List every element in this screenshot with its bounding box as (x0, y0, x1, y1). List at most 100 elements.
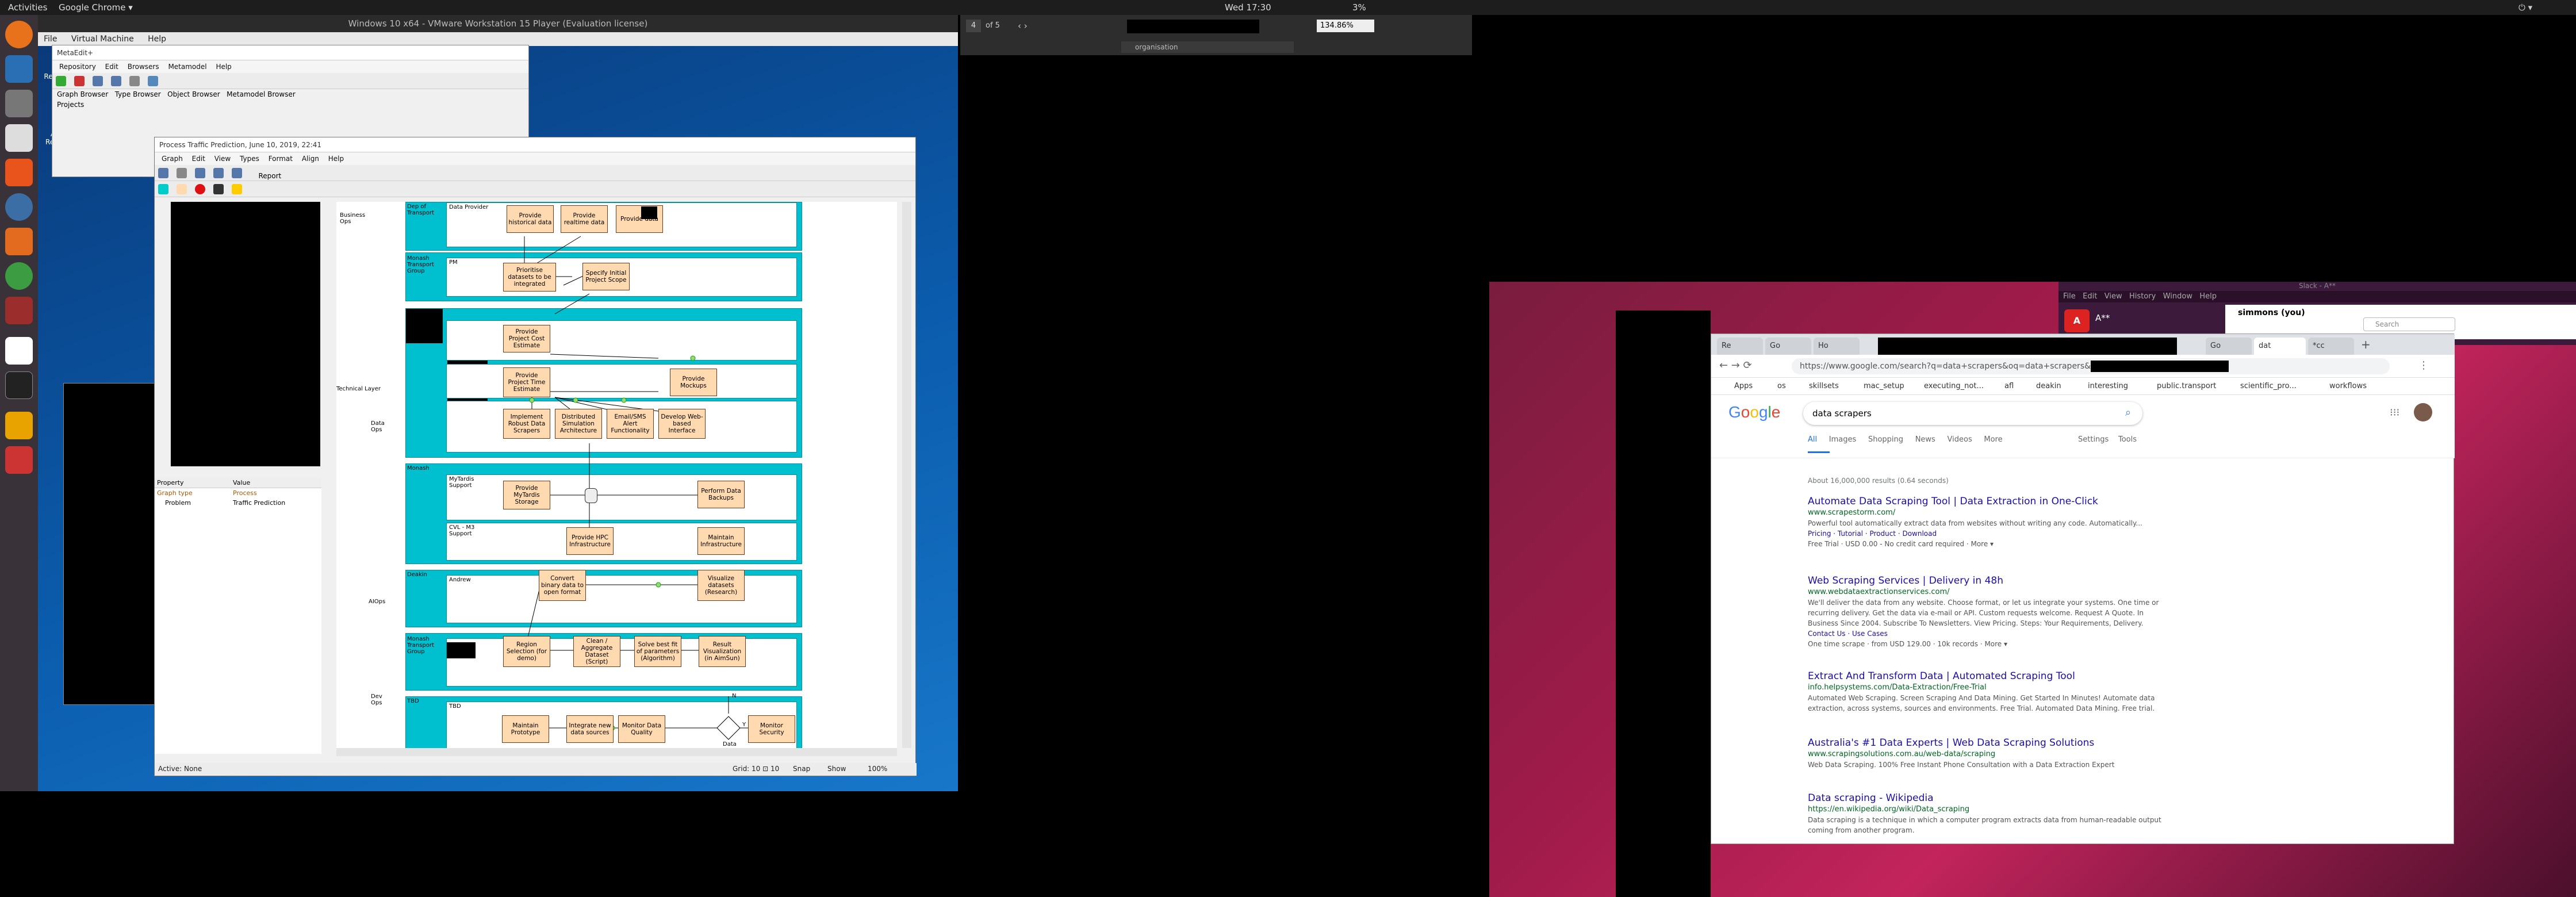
task-mytardis-storage[interactable]: Provide MyTardis Storage (503, 481, 550, 509)
tab-4[interactable]: Go (2206, 338, 2252, 355)
menu-view[interactable]: View (214, 155, 231, 163)
redo-icon[interactable] (111, 76, 122, 86)
clock[interactable]: Wed 17:30 (1225, 2, 1271, 13)
tab-1[interactable]: Re (1717, 338, 1763, 355)
chrome-icon[interactable] (5, 262, 33, 290)
connector-tool-icon[interactable] (232, 184, 243, 194)
new-tab-icon[interactable]: + (2361, 338, 2371, 351)
task-integrate-sources[interactable]: Integrate new data sources (566, 715, 614, 743)
prop-problem-value[interactable]: Traffic Prediction (233, 499, 285, 507)
menu-edit[interactable]: Edit (105, 63, 118, 71)
transfer-icon[interactable] (5, 412, 33, 439)
search-input[interactable]: data scrapers (1803, 402, 2142, 425)
bookmark-apps[interactable]: Apps (1734, 382, 1753, 390)
workspace-icon[interactable]: A (2064, 309, 2090, 332)
terminal-icon[interactable] (5, 371, 33, 399)
menu-help[interactable]: Help (216, 63, 231, 71)
slack-search[interactable]: Search (2363, 317, 2455, 331)
bookmark-os[interactable]: os (1777, 382, 1786, 390)
tab-type-browser[interactable]: Type Browser (115, 90, 161, 98)
vm-menu-help[interactable]: Help (148, 34, 166, 44)
save-icon[interactable] (158, 168, 168, 178)
status-grid[interactable]: Grid: 10 ⊡ 10 (733, 765, 779, 773)
nav-videos[interactable]: Videos (1948, 435, 1972, 444)
vm-menu-file[interactable]: File (44, 34, 57, 44)
tab-2[interactable]: Go (1765, 338, 1811, 355)
slack-icon[interactable] (5, 228, 33, 255)
files-icon[interactable] (5, 90, 33, 117)
bookmark-workflows[interactable]: workflows (2329, 382, 2367, 390)
result-title[interactable]: Extract And Transform Data | Automated S… (1808, 670, 2164, 683)
menu-icon[interactable]: ⋮ (2418, 359, 2429, 371)
zoom-icon[interactable] (232, 168, 243, 178)
task-data-scrapers[interactable]: Implement Robust Data Scrapers (503, 409, 550, 439)
slack-menu-window[interactable]: Window (2163, 292, 2192, 301)
result-url[interactable]: www.scrapestorm.com/ (1808, 508, 2164, 518)
result-url[interactable]: www.webdataextractionservices.com/ (1808, 587, 2164, 597)
vmware-icon[interactable] (5, 297, 33, 324)
result-title[interactable]: Automate Data Scraping Tool | Data Extra… (1808, 495, 2164, 508)
cut-icon[interactable] (195, 168, 206, 178)
nav-shopping[interactable]: Shopping (1868, 435, 1903, 444)
bookmark-interesting[interactable]: interesting (2088, 382, 2128, 390)
undo-icon[interactable] (213, 168, 224, 178)
gateway-tool-icon[interactable] (213, 184, 224, 194)
close-icon[interactable] (74, 76, 85, 86)
bookmark-mac-setup[interactable]: mac_setup (1864, 382, 1904, 390)
bookmark-deakin[interactable]: deakin (2036, 382, 2061, 390)
tab-active[interactable]: dat (2254, 338, 2306, 355)
task-historical-data[interactable]: Provide historical data (507, 205, 554, 233)
show-toggle[interactable]: Show (827, 765, 846, 773)
task-monitor-security[interactable]: Monitor Security (748, 715, 795, 743)
task-tool-icon[interactable] (177, 184, 187, 194)
color-icon[interactable] (158, 184, 168, 194)
menu-format[interactable]: Format (269, 155, 293, 163)
bookmark-executing[interactable]: executing_not... (1924, 382, 1984, 390)
tab-6[interactable]: *cc (2308, 338, 2354, 355)
pdf-search-field[interactable]: organisation (1121, 41, 1294, 53)
task-maintain-infrastructure[interactable]: Maintain Infrastructure (697, 527, 745, 555)
menu-repository[interactable]: Repository (59, 63, 96, 71)
task-prioritise-datasets[interactable]: Prioritise datasets to be integrated (503, 263, 556, 292)
result-url[interactable]: https://en.wikipedia.org/wiki/Data_scrap… (1808, 804, 2164, 815)
tab-3[interactable]: Ho (1814, 338, 1860, 355)
result-sitelinks[interactable]: Contact Us · Use Cases (1808, 628, 2164, 639)
tab-object-browser[interactable]: Object Browser (167, 90, 220, 98)
nav-news[interactable]: News (1915, 435, 1935, 444)
bookmark-scientific[interactable]: scientific_pro... (2240, 382, 2297, 390)
menu-metamodel[interactable]: Metamodel (168, 63, 206, 71)
tab-metamodel-browser[interactable]: Metamodel Browser (227, 90, 296, 98)
zoom-level[interactable]: 100% (868, 765, 887, 773)
task-monitor-quality[interactable]: Monitor Data Quality (618, 715, 665, 743)
task-simulation-architecture[interactable]: Distributed Simulation Architecture (555, 409, 602, 439)
task-data-backups[interactable]: Perform Data Backups (697, 481, 745, 508)
app-icon[interactable] (5, 337, 33, 365)
slack-menu-edit[interactable]: Edit (2083, 292, 2097, 301)
task-cost-estimate[interactable]: Provide Project Cost Estimate (503, 325, 550, 352)
event-tool-icon[interactable] (195, 184, 206, 194)
pdf-viewer-icon[interactable] (5, 446, 33, 474)
help-icon[interactable] (5, 193, 33, 221)
task-maintain-prototype[interactable]: Maintain Prototype (502, 715, 549, 743)
graph-list-pane[interactable] (171, 202, 320, 466)
task-visualize-datasets[interactable]: Visualize datasets (Research) (697, 570, 745, 601)
bookmark-public-transport[interactable]: public.transport (2157, 382, 2216, 390)
browser-icon[interactable] (148, 76, 159, 86)
avatar[interactable] (2414, 403, 2432, 421)
result-url[interactable]: www.scrapingsolutions.com.au/web-data/sc… (1808, 749, 2164, 760)
activities-button[interactable]: Activities (8, 2, 47, 13)
writer-icon[interactable] (5, 124, 33, 152)
task-project-scope[interactable]: Specify Initial Project Scope (582, 263, 630, 290)
bookmark-skillsets[interactable]: skillsets (1809, 382, 1839, 390)
back-forward-icon[interactable]: ← → ⟳ (1719, 359, 1752, 371)
task-region-selection[interactable]: Region Selection (for demo) (503, 636, 550, 667)
menu-types[interactable]: Types (240, 155, 259, 163)
nav-more[interactable]: More (1984, 435, 2002, 444)
diagram-canvas[interactable]: Business Ops Technical Layer Data Ops AI… (336, 202, 897, 748)
tab-graph-browser[interactable]: Graph Browser (57, 90, 108, 98)
prop-graph-type[interactable]: Graph type (157, 489, 193, 497)
task-hpc-infrastructure[interactable]: Provide HPC Infrastructure (566, 527, 614, 555)
firefox-icon[interactable] (5, 21, 33, 48)
power-icon[interactable]: ⏻ ▾ (2518, 2, 2532, 13)
prop-problem[interactable]: Problem (165, 499, 191, 507)
